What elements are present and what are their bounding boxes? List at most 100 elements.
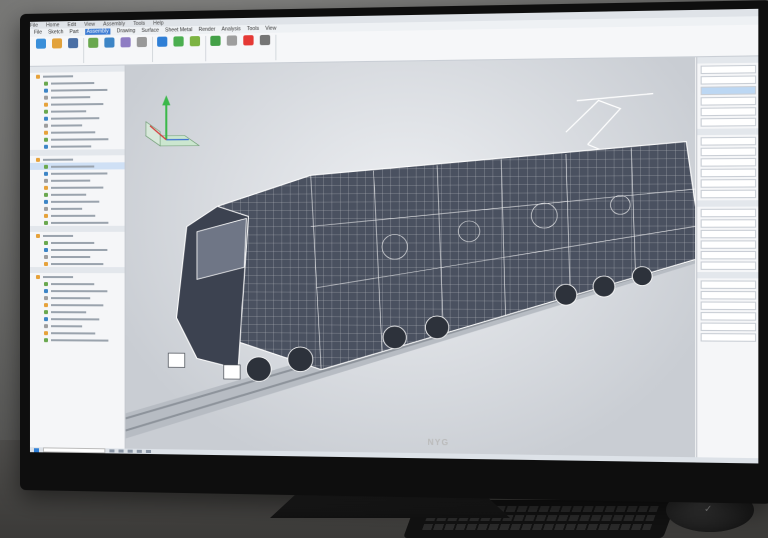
measure-button[interactable]: [208, 35, 222, 59]
property-field[interactable]: [700, 107, 757, 117]
title-menu-3[interactable]: View: [84, 21, 95, 27]
tree-item-text-stub: [50, 186, 104, 189]
model-canvas[interactable]: [125, 57, 696, 457]
ribbon-group-2: [155, 35, 207, 63]
property-field[interactable]: [700, 147, 757, 157]
ribbon-tab-1[interactable]: Sketch: [48, 29, 63, 35]
property-field[interactable]: [700, 157, 757, 167]
title-menu-4[interactable]: Assembly: [103, 21, 125, 27]
tree-item[interactable]: [30, 246, 125, 253]
tree-item-text-stub: [50, 165, 95, 168]
settings-icon: [259, 34, 271, 46]
locomotive-model[interactable]: [168, 141, 696, 385]
feature-icon: [43, 164, 48, 169]
start-icon[interactable]: [33, 447, 39, 452]
ribbon-tab-9[interactable]: Tools: [247, 26, 259, 32]
tree-item-text-stub: [50, 144, 92, 148]
properties-section-header[interactable]: [697, 200, 759, 207]
property-field[interactable]: [700, 168, 757, 178]
fillet-button[interactable]: [135, 36, 149, 59]
property-field[interactable]: [700, 229, 757, 239]
property-field[interactable]: [700, 75, 757, 85]
property-field[interactable]: [700, 301, 757, 311]
3d-viewport[interactable]: [125, 57, 696, 458]
tree-item-text-stub: [50, 282, 95, 285]
monitor-brand-logo: NYG: [427, 437, 450, 448]
tree-item[interactable]: [30, 253, 125, 260]
properties-section-header[interactable]: [697, 271, 759, 279]
new-button[interactable]: [34, 38, 48, 61]
taskbar-app-icon[interactable]: [109, 449, 115, 453]
property-field[interactable]: [700, 189, 757, 199]
property-field[interactable]: [700, 136, 757, 146]
open-button[interactable]: [50, 38, 64, 60]
properties-section-header[interactable]: [697, 56, 759, 64]
tree-item-text-stub: [50, 81, 95, 85]
save-button[interactable]: [66, 38, 80, 60]
ribbon-tab-8[interactable]: Analysis: [222, 26, 241, 32]
properties-section-header[interactable]: [697, 128, 759, 136]
feature-tree-panel: [29, 65, 126, 449]
property-field[interactable]: [700, 290, 757, 300]
ribbon-tab-2[interactable]: Part: [69, 29, 78, 35]
taskbar-app-icon[interactable]: [145, 449, 152, 454]
new-icon: [35, 38, 46, 49]
render-button[interactable]: [241, 35, 255, 58]
property-field[interactable]: [700, 240, 757, 249]
property-field[interactable]: [700, 64, 757, 75]
property-field[interactable]: [700, 86, 757, 96]
feature-icon: [43, 261, 48, 266]
property-field[interactable]: [700, 250, 757, 260]
ribbon-tab-10[interactable]: View: [265, 26, 276, 32]
tree-item-text-stub: [42, 275, 74, 278]
property-field[interactable]: [700, 261, 757, 270]
sketch-button[interactable]: [86, 37, 100, 60]
extrude-button[interactable]: [102, 37, 116, 59]
pointer-button[interactable]: [155, 36, 169, 59]
property-field[interactable]: [700, 117, 757, 127]
feature-icon: [43, 337, 48, 342]
tree-item[interactable]: [30, 239, 125, 246]
taskbar-app-icon[interactable]: [127, 449, 133, 453]
feature-icon: [43, 116, 48, 121]
property-field[interactable]: [700, 219, 757, 228]
tree-item-text-stub: [42, 74, 74, 78]
taskbar-search-input[interactable]: [42, 447, 106, 454]
tree-item-text-stub: [50, 303, 104, 306]
section-button[interactable]: [225, 35, 239, 58]
feature-icon: [43, 302, 48, 307]
view-cube[interactable]: [146, 95, 199, 146]
title-menu-2[interactable]: Edit: [67, 21, 76, 27]
settings-button[interactable]: [258, 34, 273, 58]
ribbon-tab-3[interactable]: Assembly: [84, 28, 111, 35]
ribbon-tab-5[interactable]: Surface: [141, 28, 159, 34]
property-field[interactable]: [700, 322, 757, 332]
title-menu-1[interactable]: Home: [46, 22, 59, 28]
screen: File Home Edit View Assembly Tools Help File Sk…: [29, 8, 759, 464]
feature-icon: [43, 330, 48, 335]
measure-icon: [210, 35, 221, 46]
property-field[interactable]: [700, 333, 757, 342]
property-field[interactable]: [700, 208, 757, 218]
ribbon-tab-7[interactable]: Render: [198, 27, 215, 33]
ribbon-tab-4[interactable]: Drawing: [117, 28, 136, 34]
feature-icon: [43, 171, 48, 176]
property-field[interactable]: [700, 280, 757, 290]
tree-item[interactable]: [30, 232, 125, 239]
property-field[interactable]: [700, 312, 757, 321]
property-field[interactable]: [700, 96, 757, 106]
ribbon-tab-6[interactable]: Sheet Metal: [165, 27, 192, 34]
property-field[interactable]: [700, 179, 757, 188]
revolve-button[interactable]: [119, 37, 133, 59]
title-menu-5[interactable]: Tools: [133, 20, 145, 26]
move-button[interactable]: [171, 36, 185, 58]
title-menu-6[interactable]: Help: [153, 20, 163, 26]
taskbar-app-icon[interactable]: [136, 449, 142, 453]
feature-icon: [43, 309, 48, 314]
tree-item[interactable]: [30, 336, 125, 344]
ribbon-tab-0[interactable]: File: [34, 30, 42, 36]
fillet-icon: [136, 36, 147, 48]
title-menu-0[interactable]: File: [30, 22, 38, 28]
rotate-button[interactable]: [188, 36, 202, 59]
taskbar-app-icon[interactable]: [118, 449, 124, 453]
